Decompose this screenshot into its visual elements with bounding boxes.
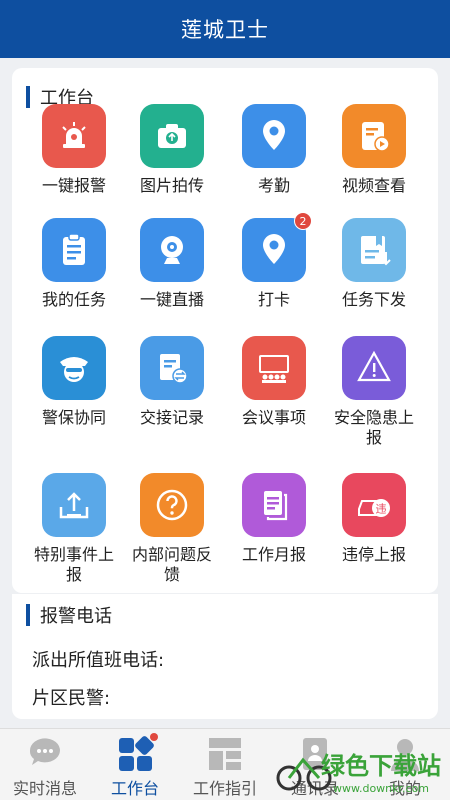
- workbench-card: 工作台 一键报警 图片拍传 考勤 视频查看 我的任务 一键直播 2 打卡 任务下…: [12, 68, 438, 593]
- unread-dot: [150, 733, 158, 741]
- checkin-pin-icon: 2: [242, 212, 312, 282]
- alarm-icon: [42, 104, 106, 168]
- grid-item-attendance[interactable]: 考勤: [224, 104, 324, 196]
- grid-item-special-event[interactable]: 特别事件上报: [24, 473, 124, 585]
- app-header: 莲城卫士: [0, 0, 450, 58]
- guide-grid-icon: [206, 735, 244, 773]
- svg-text:绿色下载站: 绿色下载站: [321, 752, 441, 780]
- question-icon: [140, 473, 204, 537]
- app-title: 莲城卫士: [181, 18, 269, 42]
- notification-badge: 2: [294, 212, 312, 230]
- upload-tray-icon: [42, 473, 106, 537]
- workbench-icon: [116, 733, 158, 773]
- grid-item-video-view[interactable]: 视频查看: [324, 104, 424, 196]
- watermark-logo: 绿色下载站 www.downkr.com: [271, 738, 446, 798]
- police-officer-icon: [42, 336, 106, 400]
- grid-item-safety-report[interactable]: 安全隐患上报: [324, 336, 424, 448]
- warning-icon: [342, 336, 406, 400]
- tab-workbench[interactable]: 工作台: [90, 729, 180, 800]
- meeting-icon: [242, 336, 306, 400]
- chat-bubble-icon: [26, 735, 64, 773]
- camera-upload-icon: [140, 104, 204, 168]
- grid-item-photo-upload[interactable]: 图片拍传: [122, 104, 222, 196]
- section-accent-bar: [26, 604, 30, 626]
- grid-item-alarm[interactable]: 一键报警: [24, 104, 124, 196]
- grid-item-check-in[interactable]: 2 打卡: [224, 212, 324, 310]
- tab-messages[interactable]: 实时消息: [0, 729, 90, 800]
- location-pin-icon: [242, 104, 306, 168]
- task-dispatch-icon: [342, 218, 406, 282]
- grid-item-my-tasks[interactable]: 我的任务: [24, 218, 124, 310]
- illegal-parking-icon: 违: [342, 473, 406, 537]
- report-doc-icon: [242, 473, 306, 537]
- svg-text:www.downkr.com: www.downkr.com: [333, 782, 429, 795]
- tab-work-guide[interactable]: 工作指引: [180, 729, 270, 800]
- area-officer-phone[interactable]: 片区民警:: [32, 684, 110, 710]
- grid-item-monthly-report[interactable]: 工作月报: [224, 473, 324, 565]
- grid-item-parking-report[interactable]: 违 违停上报: [324, 473, 424, 565]
- grid-item-police-coop[interactable]: 警保协同: [24, 336, 124, 428]
- grid-item-internal-feedback[interactable]: 内部问题反馈: [122, 473, 222, 585]
- grid-item-task-dispatch[interactable]: 任务下发: [324, 218, 424, 310]
- alarm-phone-card: 报警电话 派出所值班电话: 片区民警:: [12, 594, 438, 719]
- station-duty-phone[interactable]: 派出所值班电话:: [32, 646, 164, 672]
- handover-doc-icon: [140, 336, 204, 400]
- grid-item-handover[interactable]: 交接记录: [122, 336, 222, 428]
- clipboard-icon: [42, 218, 106, 282]
- video-file-icon: [342, 104, 406, 168]
- grid-item-live-stream[interactable]: 一键直播: [122, 218, 222, 310]
- webcam-icon: [140, 218, 204, 282]
- phone-section-title: 报警电话: [26, 602, 112, 628]
- grid-item-meeting[interactable]: 会议事项: [224, 336, 324, 428]
- svg-text:违: 违: [376, 503, 387, 516]
